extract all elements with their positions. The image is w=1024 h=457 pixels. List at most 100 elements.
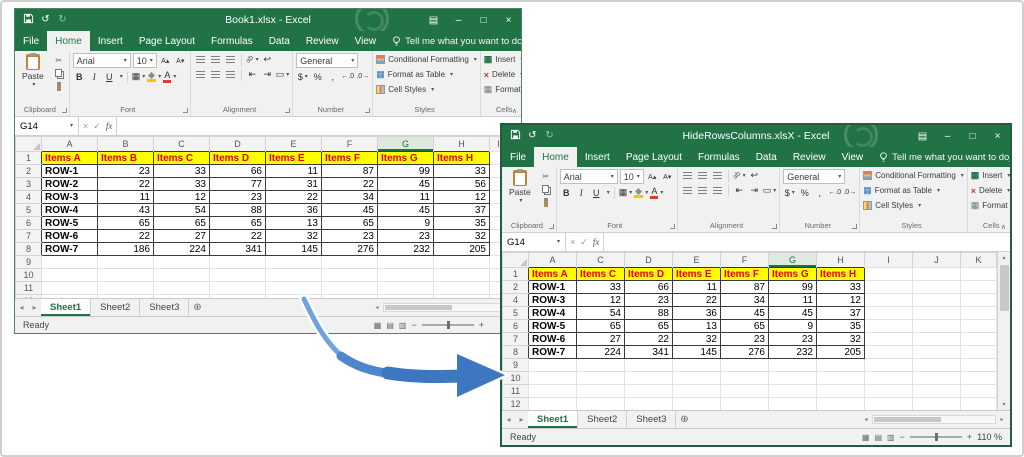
row-header-1[interactable]: 1 [16, 152, 42, 165]
redo-button[interactable]: ↻ [55, 15, 70, 25]
cell-F5[interactable]: 45 [721, 307, 769, 320]
align-top-button[interactable] [194, 53, 207, 66]
page-layout-view-button[interactable]: ▤ [874, 433, 882, 442]
cell-G7[interactable]: 23 [769, 333, 817, 346]
vertical-scrollbar[interactable]: ▴ ▾ [997, 252, 1010, 410]
comma-style-button[interactable]: , [813, 186, 826, 199]
cell-E7[interactable]: 32 [673, 333, 721, 346]
cell-I5[interactable] [865, 307, 913, 320]
cell-I8[interactable] [865, 346, 913, 359]
cell-F12[interactable] [721, 398, 769, 411]
dialog-launcher-icon[interactable] [183, 108, 188, 113]
cell-A4[interactable]: ROW-3 [42, 191, 98, 204]
cell-E8[interactable]: 145 [266, 243, 322, 256]
formula-input[interactable] [604, 233, 1010, 251]
column-header-D[interactable]: D [625, 253, 673, 268]
tab-formulas[interactable]: Formulas [690, 147, 748, 167]
ribbon-display-options-button[interactable]: ▤ [910, 125, 935, 147]
align-middle-button[interactable] [696, 169, 709, 182]
cell-H4[interactable]: 12 [434, 191, 490, 204]
cell-C4[interactable]: 12 [154, 191, 210, 204]
insert-cells-button[interactable]: ▦Insert▾ [484, 53, 521, 66]
cell-K12[interactable] [961, 398, 997, 411]
dialog-launcher-icon[interactable] [549, 224, 554, 229]
save-button[interactable] [508, 129, 523, 143]
cell-A11[interactable] [529, 385, 577, 398]
cell-D10[interactable] [625, 372, 673, 385]
cell-K10[interactable] [961, 372, 997, 385]
decrease-indent-button[interactable]: ⇤ [246, 68, 259, 81]
column-header-K[interactable]: K [961, 253, 997, 268]
cell-J12[interactable] [913, 398, 961, 411]
font-color-button[interactable]: A▾ [163, 70, 176, 83]
cell-F7[interactable]: 23 [721, 333, 769, 346]
cell-E3[interactable]: 31 [266, 178, 322, 191]
cell-E4[interactable]: 22 [673, 294, 721, 307]
save-button[interactable] [21, 13, 36, 27]
row-header-9[interactable]: 9 [503, 359, 529, 372]
new-sheet-button[interactable]: ⊕ [189, 299, 205, 316]
cell-C10[interactable] [154, 269, 210, 282]
cell-C9[interactable] [577, 359, 625, 372]
column-header-C[interactable]: C [154, 137, 210, 152]
zoom-out-button[interactable]: − [900, 432, 905, 442]
font-size-combo[interactable]: 10▾ [620, 169, 644, 184]
cell-H6[interactable]: 35 [434, 217, 490, 230]
cell-F11[interactable] [322, 282, 378, 295]
cell-I2[interactable] [865, 281, 913, 294]
cell-C1[interactable]: Items C [577, 268, 625, 281]
tab-view[interactable]: View [347, 31, 385, 51]
cell-D1[interactable]: Items D [625, 268, 673, 281]
column-header-C[interactable]: C [577, 253, 625, 268]
cell-styles-button[interactable]: Cell Styles▾ [863, 199, 964, 212]
percent-style-button[interactable]: % [311, 70, 324, 83]
cell-A2[interactable]: ROW-1 [42, 165, 98, 178]
cell-H11[interactable] [434, 282, 490, 295]
underline-button[interactable]: U [590, 186, 603, 199]
close-button[interactable]: × [496, 9, 521, 31]
cancel-button[interactable]: × [570, 237, 575, 247]
cell-H1[interactable]: Items H [434, 152, 490, 165]
cell-C9[interactable] [154, 256, 210, 269]
cell-A12[interactable] [529, 398, 577, 411]
cell-G5[interactable]: 45 [769, 307, 817, 320]
row-header-4[interactable]: 4 [16, 191, 42, 204]
cell-E9[interactable] [266, 256, 322, 269]
cell-D2[interactable]: 66 [210, 165, 266, 178]
insert-cells-button[interactable]: ▦Insert▾ [971, 169, 1010, 182]
cell-E6[interactable]: 13 [266, 217, 322, 230]
cell-F7[interactable]: 23 [322, 230, 378, 243]
align-middle-button[interactable] [209, 53, 222, 66]
tell-me-box[interactable]: Tell me what you want to do [392, 31, 522, 51]
row-header-7[interactable]: 7 [16, 230, 42, 243]
cut-button[interactable]: ✂ [539, 171, 553, 182]
paste-button[interactable]: Paste ▾ [18, 53, 48, 104]
cell-I6[interactable] [865, 320, 913, 333]
name-box[interactable]: G14▾ [502, 233, 566, 251]
cell-C3[interactable]: 33 [154, 178, 210, 191]
cell-G4[interactable]: 11 [769, 294, 817, 307]
column-header-F[interactable]: F [322, 137, 378, 152]
page-break-view-button[interactable]: ▥ [887, 433, 895, 442]
cell-A2[interactable]: ROW-1 [529, 281, 577, 294]
cell-E11[interactable] [673, 385, 721, 398]
cell-F5[interactable]: 45 [322, 204, 378, 217]
wrap-text-button[interactable]: ↩ [261, 53, 274, 66]
fill-color-button[interactable]: ▾ [634, 186, 648, 199]
comma-style-button[interactable]: , [326, 70, 339, 83]
tab-formulas[interactable]: Formulas [203, 31, 261, 51]
vertical-scrollbar-thumb[interactable] [1000, 265, 1009, 311]
page-break-view-button[interactable]: ▥ [399, 321, 407, 330]
cell-E5[interactable]: 36 [266, 204, 322, 217]
sheet-nav-prev-button[interactable]: ◂ [15, 299, 28, 316]
cell-B4[interactable]: 11 [98, 191, 154, 204]
sheet-tab-sheet1[interactable]: Sheet1 [41, 299, 91, 316]
italic-button[interactable]: I [88, 70, 101, 83]
formula-input[interactable] [117, 117, 521, 135]
increase-font-size-button[interactable]: A▴ [159, 54, 172, 67]
cell-D9[interactable] [625, 359, 673, 372]
cell-F3[interactable]: 22 [322, 178, 378, 191]
increase-indent-button[interactable]: ⇥ [748, 184, 761, 197]
cell-F6[interactable]: 65 [721, 320, 769, 333]
cell-K6[interactable] [961, 320, 997, 333]
